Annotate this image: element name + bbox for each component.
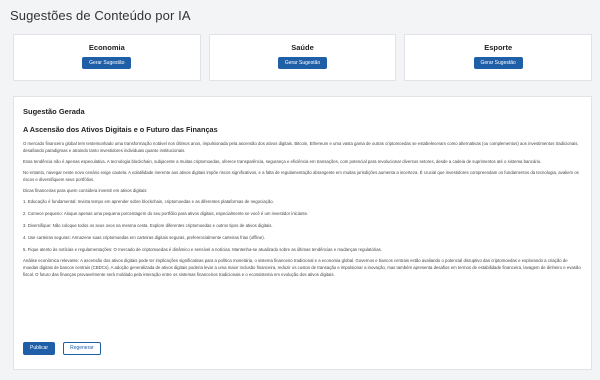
generate-economia-button[interactable]: Gerar Sugestão [82, 57, 132, 69]
tip-item: 2. Comece pequeno: Aloque apenas uma peq… [23, 210, 309, 216]
tip-item: 5. Fique atento às notícias e regulament… [23, 246, 382, 252]
page-title: Sugestões de Conteúdo por IA [10, 8, 191, 23]
regenerate-button[interactable]: Regenerar [63, 342, 101, 355]
generate-esporte-button[interactable]: Gerar Sugestão [473, 57, 523, 69]
article-title: A Ascensão dos Ativos Digitais e o Futur… [23, 125, 218, 134]
result-heading: Sugestão Gerada [23, 107, 85, 116]
article-paragraph: O mercado financeiro global tem testemun… [23, 141, 579, 153]
result-actions: Publicar Regenerar [23, 342, 101, 355]
category-title: Saúde [291, 43, 314, 52]
tip-item: 1. Educação é fundamental: Invista tempo… [23, 198, 274, 204]
category-card-economia: Economia Gerar Sugestão [13, 34, 201, 81]
article-paragraph: Essa tendência não é apenas especulativa… [23, 158, 542, 164]
tip-item: 4. Use carteiras seguras: Armazene suas … [23, 234, 265, 240]
analysis-paragraph: Análise econômica relevante: A ascensão … [23, 258, 581, 277]
category-cards: Economia Gerar Sugestão Saúde Gerar Suge… [13, 34, 593, 81]
publish-button[interactable]: Publicar [23, 342, 56, 355]
category-title: Esporte [484, 43, 513, 52]
article-paragraph: Dicas financeiras para quem considera in… [23, 187, 148, 193]
tip-item: 3. Diversifique: Não coloque todos os se… [23, 222, 273, 228]
category-title: Economia [88, 43, 125, 52]
category-card-saude: Saúde Gerar Sugestão [208, 34, 397, 81]
generate-saude-button[interactable]: Gerar Sugestão [277, 57, 328, 69]
category-card-esporte: Esporte Gerar Sugestão [404, 34, 593, 81]
article-paragraph: No entanto, navegar neste novo cenário e… [23, 169, 579, 182]
generated-suggestion-panel: Sugestão Gerada A Ascensão dos Ativos Di… [13, 96, 592, 370]
